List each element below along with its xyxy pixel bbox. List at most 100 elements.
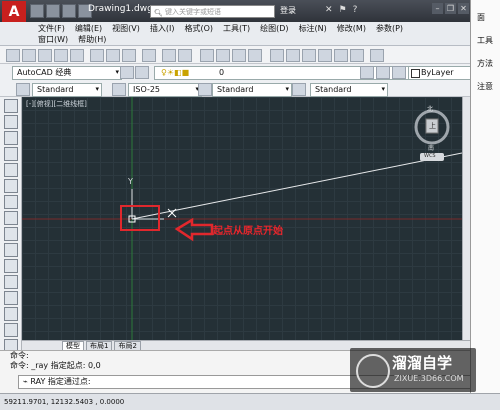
minimize-icon[interactable]: – [432,3,443,14]
login-button[interactable]: 登录 [280,5,296,16]
help-icon[interactable] [370,49,384,62]
workspace-select[interactable]: AutoCAD 经典 ▾ [12,66,122,80]
circle-icon[interactable] [3,195,18,209]
menu-draw[interactable]: 绘图(D) [260,23,288,34]
menu-dimension[interactable]: 标注(N) [299,23,327,34]
ellipse-arc-icon[interactable] [3,259,18,273]
undo-icon[interactable] [162,49,176,62]
search-input[interactable]: 🔍︎ 键入关键字或短语 [150,5,275,18]
chevron-down-icon: ▾ [95,85,99,93]
text-style-select[interactable]: Standard ▾ [32,83,102,97]
polyline-icon[interactable] [3,131,18,145]
right-panel-item[interactable]: 方法 [471,58,500,69]
properties-icon[interactable] [270,49,284,62]
help-icon[interactable]: ? [353,5,358,15]
table-style-value: Standard [217,85,254,94]
text-style-icon[interactable] [16,83,30,96]
dim-style-icon[interactable] [112,83,126,96]
styles-toolbar: Standard ▾ ISO-25▾ Standard ▾ Standard ▾ [0,80,470,97]
save-icon[interactable] [38,49,52,62]
right-panel-item[interactable]: 工具 [471,35,500,46]
copy-icon[interactable] [106,49,120,62]
menu-file[interactable]: 文件(F) [38,23,65,34]
command-prompt-text: RAY 指定通过点: [30,377,91,386]
save-icon[interactable] [62,4,76,18]
vertical-scrollbar[interactable] [462,97,470,340]
zoom-window-icon[interactable] [232,49,246,62]
quick-access-toolbar [30,4,92,18]
menu-format[interactable]: 格式(O) [184,23,213,34]
close-icon[interactable]: ✕ [458,3,469,14]
rectangle-icon[interactable] [3,163,18,177]
mleader-style-value: Standard [315,85,352,94]
search-placeholder: 键入关键字或短语 [165,8,221,16]
mleader-style-icon[interactable] [292,83,306,96]
table-style-select[interactable]: Standard ▾ [212,83,292,97]
viewcube-top-label[interactable]: 上 [429,121,436,131]
design-center-icon[interactable] [286,49,300,62]
construction-line-icon[interactable] [3,115,18,129]
new-file-icon[interactable] [30,4,44,18]
menu-tools[interactable]: 工具(T) [223,23,250,34]
make-current-icon[interactable] [360,66,374,79]
menu-modify[interactable]: 修改(M) [337,23,366,34]
table-style-icon[interactable] [198,83,212,96]
annotation-highlight-box [120,205,160,231]
polygon-icon[interactable] [3,147,18,161]
ray-line [131,152,462,220]
arc-icon[interactable] [3,179,18,193]
redo-icon[interactable] [178,49,192,62]
autocad-logo-icon[interactable]: A [2,1,26,23]
mleader-style-select[interactable]: Standard ▾ [310,83,388,97]
open-icon[interactable] [22,49,36,62]
menu-insert[interactable]: 插入(I) [150,23,175,34]
markup-icon[interactable] [334,49,348,62]
restore-icon[interactable]: ❐ [445,3,456,14]
compass-north: 北 [427,106,434,113]
right-side-panel: 面 工具 方法 注意 [470,0,500,393]
pan-icon[interactable] [200,49,214,62]
zoom-previous-icon[interactable] [248,49,262,62]
layer-walk-icon[interactable] [392,66,406,79]
menu-view[interactable]: 视图(V) [112,23,140,34]
layer-properties-icon[interactable] [135,66,149,79]
paste-icon[interactable] [122,49,136,62]
insert-block-icon[interactable] [3,275,18,289]
menu-parametric[interactable]: 参数(P) [376,23,403,34]
menu-edit[interactable]: 编辑(E) [75,23,102,34]
play-logo-icon [356,354,390,388]
cart-icon[interactable]: ⚑ [339,5,347,15]
menu-window[interactable]: 窗口(W) [38,34,68,45]
hatch-icon[interactable] [3,323,18,337]
menu-help[interactable]: 帮助(H) [78,34,106,45]
canvas-drawing [22,97,462,340]
make-block-icon[interactable] [3,291,18,305]
cursor-coordinates[interactable]: 59211.9701, 12132.5403 , 0.0000 [0,398,124,406]
dim-style-select[interactable]: ISO-25▾ [128,83,202,97]
right-panel-item[interactable]: 面 [471,12,500,23]
drawing-canvas[interactable]: [-][俯视][二维线框] Y 北 南 上 WCS [22,97,462,340]
window-title: Drawing1.dwg [88,4,153,14]
tool-palettes-icon[interactable] [302,49,316,62]
workspace-settings-icon[interactable] [120,66,134,79]
zoom-realtime-icon[interactable] [216,49,230,62]
preview-icon[interactable] [70,49,84,62]
layer-previous-icon[interactable] [376,66,390,79]
ellipse-icon[interactable] [3,243,18,257]
compass-south: 南 [428,145,435,152]
chevron-down-icon: ▾ [381,85,385,93]
new-icon[interactable] [6,49,20,62]
cut-icon[interactable] [90,49,104,62]
line-icon[interactable] [3,99,18,113]
print-icon[interactable] [54,49,68,62]
open-file-icon[interactable] [46,4,60,18]
calculator-icon[interactable] [350,49,364,62]
point-icon[interactable] [3,307,18,321]
spline-icon[interactable] [3,227,18,241]
right-panel-item[interactable]: 注意 [471,81,500,92]
match-properties-icon[interactable] [142,49,156,62]
wcs-label[interactable]: WCS [424,153,436,159]
sheet-set-icon[interactable] [318,49,332,62]
exchange-icon[interactable]: ✕ [325,5,333,15]
revision-cloud-icon[interactable] [3,211,18,225]
